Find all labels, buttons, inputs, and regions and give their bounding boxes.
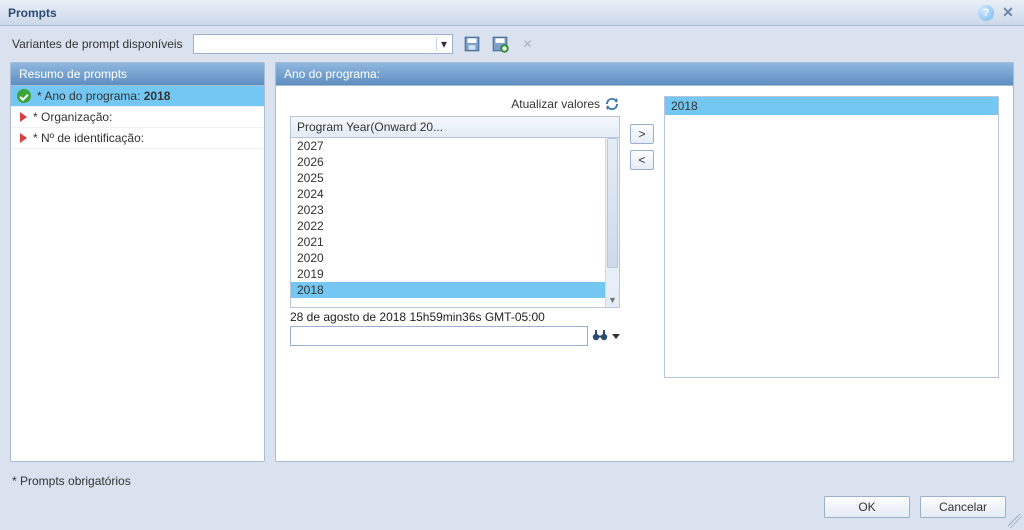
close-icon[interactable]: ✕ (1000, 5, 1016, 21)
available-values-grid: Program Year(Onward 20... 20272026202520… (290, 116, 620, 308)
status-ok-icon (17, 89, 31, 103)
main-area: Resumo de prompts * Ano do programa: 201… (0, 62, 1024, 468)
titlebar: Prompts ? ✕ (0, 0, 1024, 26)
dialog-title: Prompts (8, 6, 57, 20)
available-column: Atualizar valores Program Year(Onward 20… (290, 96, 620, 451)
prompt-summary-panel: Resumo de prompts * Ano do programa: 201… (10, 62, 265, 462)
prompt-detail-panel: Ano do programa: Atualizar valores Progr… (275, 62, 1014, 462)
available-value-row[interactable]: 2022 (291, 218, 605, 234)
status-pending-icon (20, 112, 27, 122)
selected-value-row[interactable]: 2018 (665, 97, 998, 115)
prompt-summary-label: * Organização: (33, 110, 112, 124)
save-as-icon[interactable] (491, 35, 509, 53)
prompt-summary-label: * Ano do programa: 2018 (37, 89, 170, 103)
chevron-down-icon[interactable]: ▾ (436, 37, 452, 51)
search-options-icon[interactable] (612, 334, 620, 339)
prompt-summary-label: * Nº de identificação: (33, 131, 144, 145)
prompt-summary-item[interactable]: * Nº de identificação: (11, 128, 264, 149)
scrollbar-thumb[interactable] (607, 138, 618, 268)
move-buttons-column: > < (630, 96, 654, 451)
save-icon[interactable] (463, 35, 481, 53)
grid-scrollbar[interactable]: ▼ (605, 138, 619, 307)
grid-column-header[interactable]: Program Year(Onward 20... (291, 117, 619, 138)
variants-input[interactable] (194, 37, 436, 51)
scroll-down-icon[interactable]: ▼ (606, 295, 619, 307)
available-value-row[interactable]: 2025 (291, 170, 605, 186)
help-icon[interactable]: ? (978, 5, 994, 21)
prompt-summary-item[interactable]: * Ano do programa: 2018 (11, 86, 264, 107)
refresh-icon[interactable] (604, 96, 620, 112)
available-value-row[interactable]: 2024 (291, 186, 605, 202)
available-value-row[interactable]: 2026 (291, 154, 605, 170)
remove-button[interactable]: < (630, 150, 654, 170)
prompt-summary-item[interactable]: * Organização: (11, 107, 264, 128)
available-value-row[interactable]: 2020 (291, 250, 605, 266)
available-value-row[interactable]: 2018 (291, 282, 605, 298)
add-button[interactable]: > (630, 124, 654, 144)
variants-toolbar: Variantes de prompt disponíveis ▾ ✕ (0, 26, 1024, 62)
available-value-row[interactable]: 2021 (291, 234, 605, 250)
prompt-detail-header: Ano do programa: (276, 63, 1013, 86)
mandatory-note: * Prompts obrigatórios (0, 468, 1024, 488)
variants-label: Variantes de prompt disponíveis (12, 37, 183, 51)
available-value-row[interactable]: 2019 (291, 266, 605, 282)
footer-buttons: OK Cancelar (0, 488, 1024, 530)
ok-button[interactable]: OK (824, 496, 910, 518)
available-value-row[interactable]: 2023 (291, 202, 605, 218)
prompts-dialog: Prompts ? ✕ Variantes de prompt disponív… (0, 0, 1024, 530)
resize-grip[interactable] (1008, 514, 1022, 528)
find-icon[interactable] (592, 328, 608, 345)
prompt-summary-header: Resumo de prompts (11, 63, 264, 86)
search-input[interactable] (290, 326, 588, 346)
delete-icon: ✕ (519, 35, 537, 53)
refresh-label: Atualizar valores (511, 97, 600, 111)
prompt-list: * Ano do programa: 2018 * Organização: * N… (11, 86, 264, 461)
selected-column: 2018 (664, 96, 999, 451)
values-timestamp: 28 de agosto de 2018 15h59min36s GMT-05:… (290, 310, 620, 324)
variants-combo[interactable]: ▾ (193, 34, 453, 54)
cancel-button[interactable]: Cancelar (920, 496, 1006, 518)
available-value-row[interactable]: 2027 (291, 138, 605, 154)
selected-values-list[interactable]: 2018 (664, 96, 999, 378)
status-pending-icon (20, 133, 27, 143)
